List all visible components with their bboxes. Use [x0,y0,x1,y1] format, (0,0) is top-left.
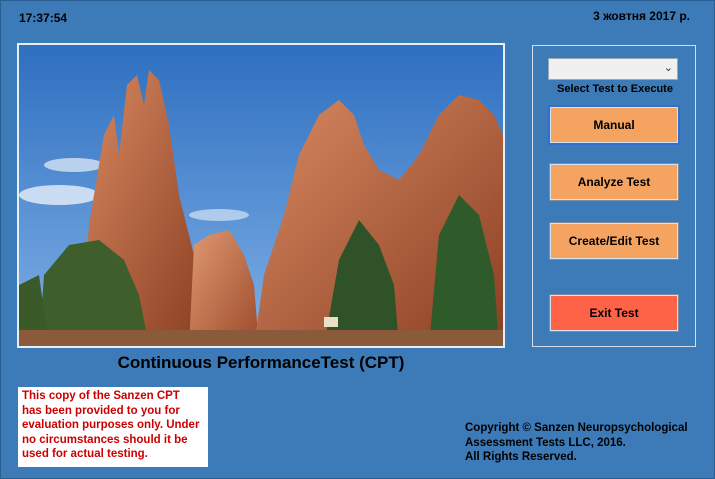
test-select-label: Select Test to Execute [557,83,673,95]
notice-line: This copy of the Sanzen CPT [22,390,180,402]
landscape-photo [17,43,505,348]
evaluation-notice: This copy of the Sanzen CPT has been pro… [18,387,208,467]
manual-button[interactable]: Manual [550,107,678,143]
copyright-line: All Rights Reserved. [465,451,577,463]
copyright-line: Assessment Tests LLC, 2016. [465,436,626,449]
notice-line: used for actual testing. [22,448,148,460]
analyze-test-button[interactable]: Analyze Test [550,164,678,200]
notice-line: has been provided to you for [22,404,180,417]
copyright-notice: Copyright © Sanzen Neuropsychological As… [465,421,705,465]
test-control-panel: ⌄ Select Test to Execute Manual Analyze … [532,45,696,347]
app-title: Continuous PerformanceTest (CPT) [117,353,405,372]
copyright-line: Copyright © Sanzen Neuropsychological [465,422,688,434]
clock: 17:37:54 [19,11,68,25]
notice-line: no circumstances should it be [22,433,188,446]
create-edit-test-button[interactable]: Create/Edit Test [550,223,678,259]
exit-test-button[interactable]: Exit Test [550,295,678,331]
date-display: 3 жовтня 2017 р. [593,9,690,23]
chevron-down-icon[interactable]: ⌄ [664,61,673,74]
test-select[interactable]: ⌄ [548,58,678,80]
rock-formation-image [19,45,503,346]
notice-line: evaluation purposes only. Under [22,419,200,431]
